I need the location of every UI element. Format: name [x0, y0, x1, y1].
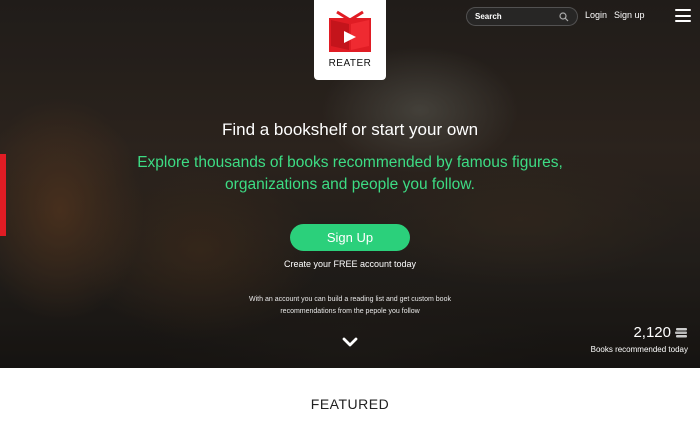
login-link[interactable]: Login: [585, 10, 607, 20]
books-stack-icon: [675, 327, 687, 337]
hero-headline: Find a bookshelf or start your own: [221, 120, 479, 139]
book-logo-icon: [329, 10, 371, 52]
books-count: 2,120: [633, 324, 671, 341]
featured-section-title: FEATURED: [310, 396, 390, 412]
search-input[interactable]: Search: [466, 7, 578, 26]
books-count-label: Books recommended today: [590, 345, 688, 354]
hamburger-menu-icon[interactable]: [675, 9, 691, 22]
search-placeholder: Search: [475, 12, 502, 21]
hero-banner: REATER Search Login Sign up Find a books…: [0, 0, 700, 368]
signup-link[interactable]: Sign up: [614, 10, 645, 20]
search-icon[interactable]: [559, 11, 569, 22]
signup-button[interactable]: Sign Up: [290, 224, 410, 251]
brand-name: REATER: [328, 58, 372, 69]
menu-line: [675, 14, 691, 17]
menu-line: [675, 20, 691, 22]
account-note: With an account you can build a reading …: [249, 296, 451, 315]
cta-subtext: Create your FREE account today: [283, 259, 417, 269]
side-accent-bar: [0, 154, 6, 236]
books-count-block: 2,120 Books recommended today: [591, 324, 688, 354]
menu-line: [675, 9, 691, 11]
chevron-down-icon[interactable]: [342, 336, 358, 348]
hero-subheadline: Explore thousands of books recommended b…: [137, 154, 563, 193]
hero-content: REATER Search Login Sign up Find a books…: [0, 0, 700, 368]
brand-logo[interactable]: REATER: [314, 0, 386, 80]
